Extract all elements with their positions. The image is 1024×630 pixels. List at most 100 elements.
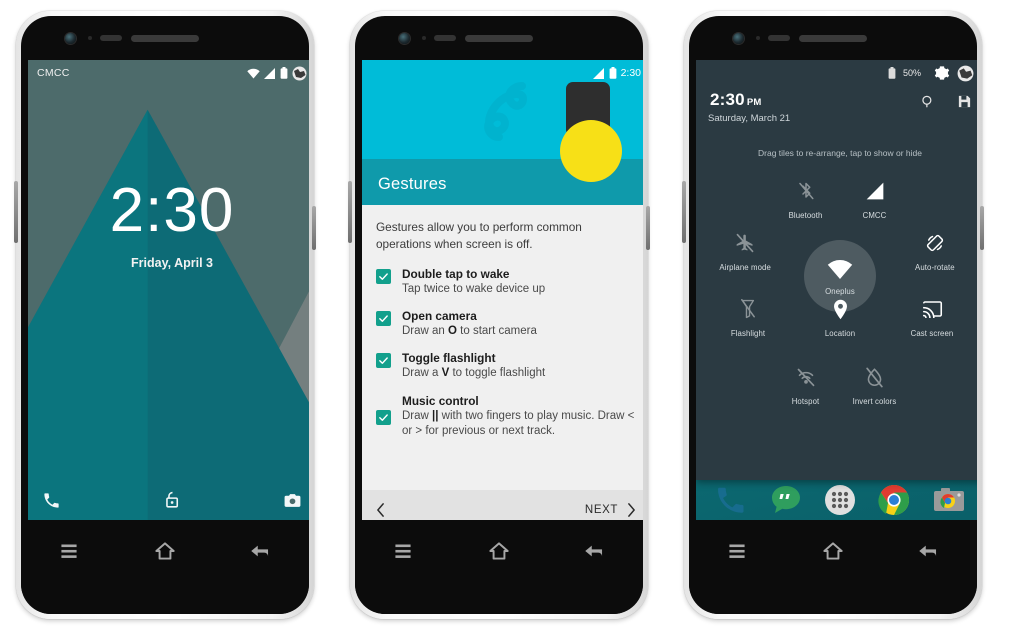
phone-device-gestures: Gestures 2:30 Gestures allow you to perf… <box>348 11 650 619</box>
lockscreen-display[interactable]: CMCC 2:30 Friday, April 3 <box>28 60 309 530</box>
signal-icon <box>592 67 604 79</box>
phone-device-quicksettings: 50% 2:30 PM Saturday, March 21 Drag tile… <box>682 11 984 619</box>
back-icon[interactable] <box>582 538 608 564</box>
proximity-sensor-icon <box>422 36 426 40</box>
camera-icon[interactable] <box>283 491 302 510</box>
front-camera-icon <box>733 32 744 44</box>
tile-label: CMCC <box>862 211 887 220</box>
quicksettings-display[interactable]: 50% 2:30 PM Saturday, March 21 Drag tile… <box>696 60 977 530</box>
homescreen-dock <box>696 474 977 526</box>
menu-icon[interactable] <box>390 538 416 564</box>
top-bezel <box>355 16 643 60</box>
qs-tile-airplane-mode[interactable]: Airplane mode <box>702 222 788 274</box>
qs-tile-hotspot[interactable]: Hotspot <box>771 356 840 408</box>
lockscreen-navbar <box>21 520 309 614</box>
tile-label: Cast screen <box>910 329 954 338</box>
clock-date: Friday, April 3 <box>131 256 213 270</box>
checkbox-music-control[interactable] <box>376 410 391 426</box>
lockscreen-statusbar: CMCC <box>28 60 309 86</box>
quicksettings-panel[interactable]: 50% 2:30 PM Saturday, March 21 Drag tile… <box>696 60 977 480</box>
back-icon[interactable] <box>248 538 274 564</box>
search-icon[interactable] <box>920 94 935 109</box>
menu-icon[interactable] <box>724 538 750 564</box>
earpiece-speaker-icon <box>131 34 199 42</box>
home-icon[interactable] <box>152 538 178 564</box>
lock-icon[interactable] <box>163 491 182 510</box>
notification-led-icon <box>768 35 790 41</box>
power-button[interactable] <box>312 206 316 250</box>
qs-tile-oneplus-dragging[interactable]: Oneplus <box>804 240 876 312</box>
tile-label: Hotspot <box>791 397 820 406</box>
volume-button[interactable] <box>682 181 686 243</box>
qs-meridiem: PM <box>746 97 762 108</box>
qs-tile-grid: Bluetooth CMCC Airplane mode Auto-rotate… <box>696 164 977 480</box>
power-button[interactable] <box>980 206 984 250</box>
gesture-row-toggle-flashlight[interactable]: Toggle flashlight Draw a V to toggle fla… <box>376 351 636 381</box>
back-icon[interactable] <box>916 538 942 564</box>
check-icon <box>379 357 388 365</box>
gesture-title: Double tap to wake <box>402 266 510 281</box>
signal-icon <box>865 178 885 204</box>
next-label: NEXT <box>584 504 618 516</box>
dock-chrome[interactable] <box>877 483 911 517</box>
earpiece-speaker-icon <box>799 34 867 42</box>
qs-tile-bluetooth[interactable]: Bluetooth <box>771 170 840 222</box>
next-button[interactable]: NEXT <box>585 503 636 517</box>
qs-date: Saturday, March 21 <box>708 113 791 124</box>
carrier-label: CMCC <box>37 67 70 79</box>
notification-led-icon <box>434 35 456 41</box>
top-bezel <box>21 16 309 60</box>
menu-icon[interactable] <box>56 538 82 564</box>
statusbar-time: 2:30 <box>620 67 641 79</box>
volume-button[interactable] <box>348 181 352 243</box>
qs-row-1: Bluetooth CMCC <box>702 170 977 222</box>
wifi-icon <box>247 68 260 78</box>
qs-tile-flashlight[interactable]: Flashlight <box>702 288 794 340</box>
gestures-display[interactable]: Gestures 2:30 Gestures allow you to perf… <box>362 60 643 530</box>
wallpaper-image <box>28 60 309 530</box>
phone-device-lockscreen: CMCC 2:30 Friday, April 3 <box>14 11 316 619</box>
checkbox-double-tap[interactable] <box>376 268 391 284</box>
flashlight-off-icon <box>740 296 756 322</box>
checkbox-toggle-flashlight[interactable] <box>376 353 391 369</box>
gesture-desc: Draw a V to toggle flashlight <box>402 367 546 380</box>
dock-app-drawer[interactable] <box>823 483 857 517</box>
phone-icon[interactable] <box>42 491 61 510</box>
dock-phone[interactable] <box>714 483 748 517</box>
hotspot-off-icon <box>796 364 816 390</box>
bluetooth-off-icon <box>797 178 815 204</box>
qs-tile-invert-colors[interactable]: Invert colors <box>840 356 909 408</box>
dock-camera[interactable] <box>932 483 966 517</box>
cast-icon <box>922 296 943 322</box>
qs-tile-cast-screen[interactable]: Cast screen <box>886 288 977 340</box>
lockscreen-clock: 2:30 Friday, April 3 <box>28 180 309 271</box>
gesture-title: Music control <box>402 393 479 408</box>
messages-icon <box>771 486 800 513</box>
qs-tile-cmcc[interactable]: CMCC <box>840 170 909 222</box>
save-icon[interactable] <box>957 94 972 109</box>
chrome-icon <box>878 485 910 515</box>
home-icon[interactable] <box>486 538 512 564</box>
battery-label: 50% <box>902 68 921 78</box>
globe-icon <box>292 66 307 80</box>
gesture-row-open-camera[interactable]: Open camera Draw an O to start camera <box>376 309 636 339</box>
check-icon <box>379 315 388 322</box>
qs-row-4: Hotspot Invert colors <box>702 356 977 408</box>
check-icon <box>379 272 388 280</box>
proximity-sensor-icon <box>756 36 760 40</box>
gesture-desc: Draw || with two fingers to play music. … <box>402 409 635 438</box>
volume-button[interactable] <box>14 181 18 243</box>
gestures-body: Gestures allow you to perform common ope… <box>362 205 643 490</box>
gestures-hero: Gestures 2:30 <box>362 60 643 205</box>
qs-header: 2:30 PM Saturday, March 21 <box>696 86 977 137</box>
home-icon[interactable] <box>820 538 846 564</box>
phone-bezel: CMCC 2:30 Friday, April 3 <box>21 16 309 614</box>
qs-tile-auto-rotate[interactable]: Auto-rotate <box>892 222 977 274</box>
chevron-left-icon[interactable] <box>376 503 385 517</box>
gear-icon[interactable] <box>934 65 950 81</box>
checkbox-open-camera[interactable] <box>376 310 391 326</box>
dock-messages[interactable] <box>769 483 803 517</box>
gesture-row-music-control[interactable]: Music control Draw || with two fingers t… <box>376 394 636 440</box>
power-button[interactable] <box>646 206 650 250</box>
gesture-row-double-tap[interactable]: Double tap to wake Tap twice to wake dev… <box>376 267 636 297</box>
